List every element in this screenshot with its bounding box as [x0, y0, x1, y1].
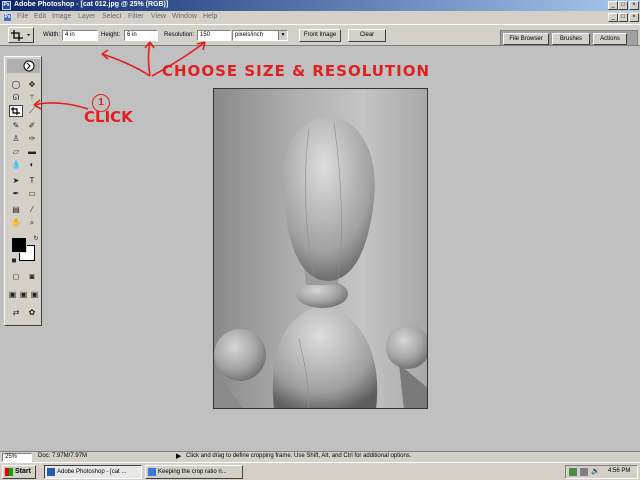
blur-tool-icon[interactable]: 💧	[9, 159, 23, 171]
dodge-tool-icon[interactable]: ◐	[25, 159, 39, 171]
full-screen-menu-mode-icon[interactable]: ▣	[18, 289, 29, 301]
jump-to-imageready-extra-icon[interactable]: ✿	[25, 307, 39, 319]
monitor-tray-icon[interactable]	[580, 468, 588, 476]
resolution-units-select[interactable]: pixels/inch ▼	[232, 30, 288, 41]
menu-help[interactable]: Help	[203, 13, 217, 20]
marquee-tool-icon[interactable]: ◯	[9, 79, 23, 91]
tab-actions[interactable]: Actions	[593, 33, 627, 45]
status-hint: Click and drag to define cropping frame.…	[186, 453, 412, 459]
crop-tool-icon[interactable]	[9, 105, 23, 117]
menu-edit[interactable]: Edit	[34, 13, 46, 20]
jump-to-imageready-icon[interactable]: ⇄	[9, 307, 23, 319]
click-annotation: CLICK	[84, 108, 133, 126]
chevron-down-icon: ▼	[278, 31, 287, 40]
clear-button[interactable]: Clear	[348, 29, 386, 42]
tab-file-browser[interactable]: File Browser	[503, 33, 549, 45]
zoom-field[interactable]: 25%	[2, 453, 32, 462]
menu-window[interactable]: Window	[172, 13, 197, 20]
status-arrow-icon[interactable]: ▶	[176, 452, 181, 460]
zoom-tool-icon[interactable]: ⌕	[25, 217, 39, 229]
pen-tool-icon[interactable]: ✒	[9, 188, 23, 200]
volume-tray-icon[interactable]: 🔊	[591, 467, 600, 475]
minimize-button[interactable]: _	[608, 1, 618, 10]
menu-image[interactable]: Image	[52, 13, 71, 20]
doc-restore-button[interactable]: □	[618, 13, 628, 22]
clone-stamp-tool-icon[interactable]: ♙	[9, 133, 23, 145]
menu-bar: Ps File Edit Image Layer Select Filter V…	[0, 11, 640, 24]
choose-size-annotation: CHOOSE SIZE & RESOLUTION	[162, 62, 431, 80]
menu-view[interactable]: View	[151, 13, 166, 20]
document-icon[interactable]: Ps	[3, 13, 12, 22]
taskbar: Start Adobe Photoshop - [cat ... Keeping…	[0, 462, 640, 480]
menu-file[interactable]: File	[17, 13, 28, 20]
doc-size-info: Doc: 7.97M/7.97M	[38, 453, 88, 459]
foreground-color-swatch-top[interactable]	[11, 237, 27, 253]
quick-mask-mode-icon[interactable]: ◙	[25, 271, 39, 283]
move-tool-icon[interactable]: ✥	[25, 79, 39, 91]
mannequin-photo	[214, 117, 427, 408]
menu-select[interactable]: Select	[102, 13, 121, 20]
title-bar: Ps Adobe Photoshop - [cat 012.jpg @ 25% …	[0, 0, 640, 11]
eraser-tool-icon[interactable]: ▱	[9, 146, 23, 158]
start-button[interactable]: Start	[2, 465, 36, 479]
photoshop-app-icon: Ps	[2, 1, 11, 10]
lasso-tool-icon[interactable]: ᘏ	[9, 92, 23, 104]
task-browser[interactable]: Keeping the crop ratio ri...	[145, 465, 243, 479]
crop-icon	[11, 30, 30, 41]
close-button[interactable]: ×	[629, 1, 639, 10]
default-colors-icon[interactable]: ◼	[7, 255, 21, 267]
maximize-button[interactable]: □	[618, 1, 628, 10]
notes-tool-icon[interactable]: ▤	[9, 204, 23, 216]
clock[interactable]: 4:56 PM	[608, 468, 630, 474]
width-label: Width:	[43, 32, 61, 38]
eyedropper-tool-icon[interactable]: ⁄	[25, 204, 39, 216]
doc-minimize-button[interactable]: _	[608, 13, 618, 22]
healing-brush-tool-icon[interactable]: ✎	[9, 120, 23, 132]
tab-brushes[interactable]: Brushes	[552, 33, 590, 45]
task-photoshop[interactable]: Adobe Photoshop - [cat ...	[44, 465, 142, 479]
doc-close-button[interactable]: ×	[629, 13, 639, 22]
click-arrow-annotation	[33, 99, 89, 110]
windows-logo-icon	[5, 468, 13, 476]
standard-mode-icon[interactable]: ◻	[9, 271, 23, 283]
path-selection-tool-icon[interactable]: ➤	[9, 175, 23, 187]
gradient-tool-icon[interactable]: ▬	[25, 146, 39, 158]
adobe-online-logo[interactable]	[7, 59, 40, 73]
shape-tool-icon[interactable]: ▭	[25, 188, 39, 200]
brush-tool-icon[interactable]: ✐	[25, 120, 39, 132]
hand-tool-icon[interactable]: ✋	[9, 217, 23, 229]
history-brush-tool-icon[interactable]: ✑	[25, 133, 39, 145]
task-photoshop-label: Adobe Photoshop - [cat ...	[57, 469, 127, 475]
task-browser-label: Keeping the crop ratio ri...	[158, 469, 227, 475]
tool-preset-picker[interactable]	[8, 27, 34, 43]
type-tool-icon[interactable]: T	[25, 175, 39, 187]
document-canvas[interactable]	[213, 88, 428, 409]
photoshop-task-icon	[47, 468, 55, 476]
full-screen-mode-icon[interactable]: ▣	[29, 289, 40, 301]
network-tray-icon[interactable]	[569, 468, 577, 476]
units-value: pixels/inch	[235, 32, 264, 38]
start-label: Start	[15, 468, 31, 475]
menu-filter[interactable]: Filter	[128, 13, 144, 20]
system-tray: 🔊 4:56 PM	[565, 465, 638, 479]
browser-task-icon	[148, 468, 156, 476]
status-bar: 25% Doc: 7.97M/7.97M ▶ Click and drag to…	[0, 451, 640, 462]
front-image-button[interactable]: Front Image	[299, 29, 341, 42]
standard-screen-mode-icon[interactable]: ▣	[7, 289, 18, 301]
window-title: Adobe Photoshop - [cat 012.jpg @ 25% (RG…	[14, 1, 169, 8]
swap-colors-icon[interactable]: ↻	[29, 233, 43, 245]
menu-layer[interactable]: Layer	[78, 13, 96, 20]
